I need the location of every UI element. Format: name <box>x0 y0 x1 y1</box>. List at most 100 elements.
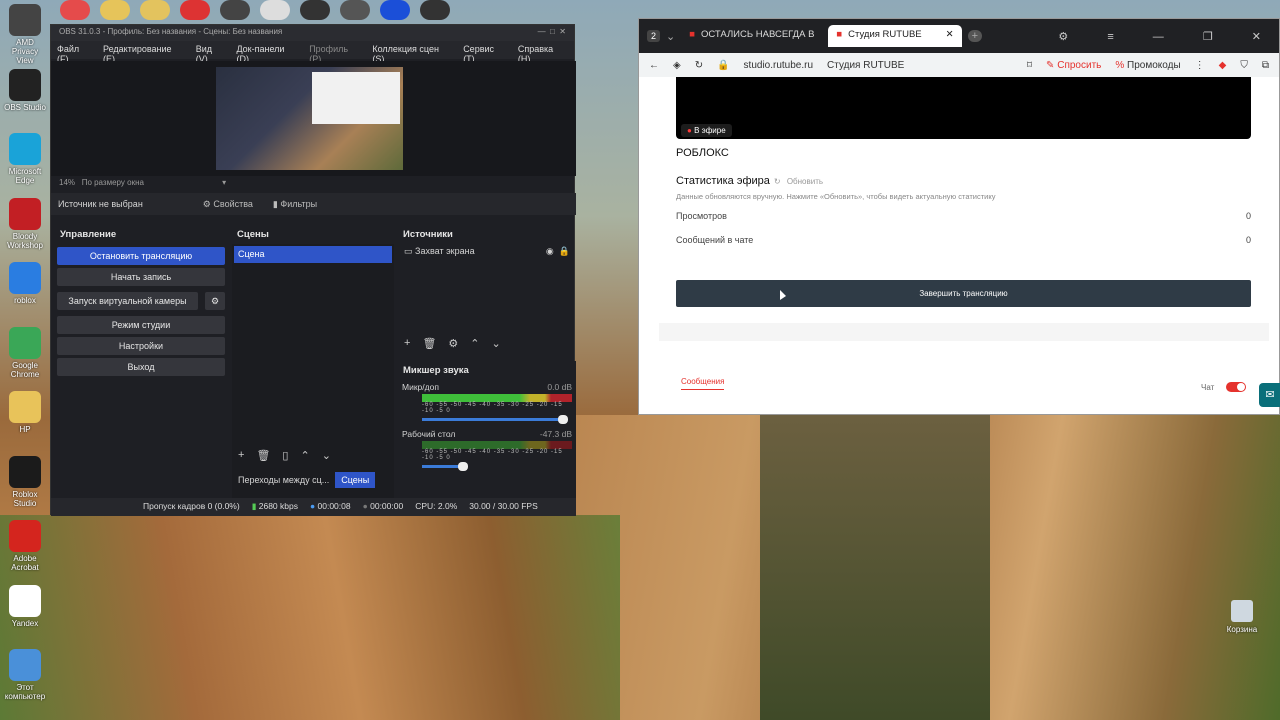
properties-button[interactable]: ⚙ Свойства <box>203 199 253 210</box>
mixer-channel-mic: Микр/доп 0.0 dB -60 -55 -50 -45 -40 -35 -… <box>398 380 576 424</box>
window-controls[interactable]: ⚙ ≡ — ❐ ✕ <box>1058 30 1279 43</box>
arrow-down-icon[interactable]: ⌄ <box>492 337 501 350</box>
chat-bubble-icon[interactable]: ✉ <box>1259 383 1280 407</box>
menu-item[interactable]: Вид (V) <box>196 44 227 64</box>
source-item[interactable]: ▭ Захват экрана ◉ 🔒 <box>398 244 576 259</box>
obs-title: OBS 31.0.3 - Профиль: Без названия - Сце… <box>59 27 283 36</box>
channel-db: 0.0 dB <box>547 382 572 392</box>
trash-icon[interactable]: 🗑 <box>422 337 436 350</box>
volume-slider[interactable] <box>422 462 468 471</box>
bookmark-icon[interactable]: ⌑ <box>1027 60 1032 71</box>
desktop-icon[interactable]: roblox <box>3 262 47 305</box>
trash-icon[interactable]: 🗑 <box>256 449 270 462</box>
desktop-icon[interactable]: Microsoft Edge <box>3 133 47 185</box>
arrow-up-icon[interactable]: ⌃ <box>300 449 309 462</box>
channel-db: -47.3 dB <box>539 429 572 439</box>
tab-video[interactable]: ■ ОСТАЛИСЬ НАВСЕГДА В <box>681 25 822 47</box>
messages-value: 0 <box>1245 235 1251 245</box>
end-stream-button[interactable]: Завершить трансляцию <box>676 280 1251 307</box>
desktop-icon[interactable]: Этот компьютер <box>3 649 47 701</box>
settings-button[interactable]: Настройки <box>57 337 225 355</box>
channel-name: Рабочий стол <box>402 429 456 439</box>
zoom-mode: По размеру окна <box>81 178 144 187</box>
chat-toggle[interactable] <box>1226 382 1247 392</box>
menu-item[interactable]: Док-панели (D) <box>236 44 299 64</box>
obs-preview[interactable] <box>51 61 576 176</box>
extensions-icon[interactable]: ⧉ <box>1262 60 1269 71</box>
app-icon <box>9 262 41 294</box>
virtual-camera-settings-icon[interactable]: ⚙ <box>205 292 225 310</box>
url-text[interactable]: studio.rutube.ru <box>744 60 814 71</box>
arrow-down-icon[interactable]: ⌄ <box>322 449 331 462</box>
obs-menubar: Файл (F) Редактирование (E) Вид (V) Док-пан… <box>51 41 574 64</box>
promo-button[interactable]: % Промокоды <box>1115 60 1180 71</box>
back-icon[interactable]: ← <box>649 60 659 71</box>
tab-studio[interactable]: ■ Студия RUTUBE ✕ <box>828 25 962 47</box>
dropped-frames: Пропуск кадров 0 (0.0%) <box>143 501 240 511</box>
filter-icon[interactable]: ▯ <box>282 449 288 462</box>
app-icon <box>9 520 41 552</box>
volume-meter <box>422 441 572 449</box>
shield-icon[interactable]: ◈ <box>673 60 681 71</box>
menu-item[interactable]: Сервис (T) <box>463 44 508 64</box>
desktop-icon-label: Bloody Workshop <box>7 231 43 250</box>
bitrate: ▮ 2680 kbps <box>251 501 298 511</box>
scenes-tab[interactable]: Сцены <box>335 472 376 488</box>
filter-icon: ▮ <box>272 198 278 209</box>
close-icon[interactable]: ✕ <box>946 29 954 43</box>
reload-icon[interactable]: ↻ <box>695 60 703 71</box>
studio-mode-button[interactable]: Режим студии <box>57 316 225 334</box>
wallpaper-valley <box>0 515 620 720</box>
scenes-title: Сцены <box>232 225 394 244</box>
add-icon[interactable]: + <box>238 449 244 462</box>
recycle-bin[interactable]: Корзина <box>1222 600 1262 634</box>
source-toolbar: Источник не выбран ⚙ Свойства ▮ Фильтры <box>51 193 576 215</box>
menu-item[interactable]: Файл (F) <box>57 44 93 64</box>
ask-button[interactable]: ✎ Спросить <box>1046 60 1101 71</box>
desktop-icon[interactable]: Yandex <box>3 584 47 628</box>
properties-label: Свойства <box>213 198 253 209</box>
desktop-icon[interactable]: OBS Studio <box>3 68 47 112</box>
gear-icon[interactable]: ⚙ <box>448 337 458 350</box>
volume-slider[interactable] <box>422 415 568 424</box>
start-recording-button[interactable]: Начать запись <box>57 268 225 286</box>
scene-item[interactable]: Сцена <box>234 246 392 263</box>
refresh-button[interactable]: ↻ Обновить <box>774 177 823 186</box>
address-bar: ← ◈ ↻ 🔒 studio.rutube.ru Студия RUTUBE ⌑… <box>639 53 1279 77</box>
messages-tab[interactable]: Сообщения <box>681 377 725 390</box>
shield-icon[interactable]: ⛉ <box>1240 60 1248 71</box>
chevron-down-icon[interactable]: ⌄ <box>666 30 675 43</box>
lock-icon[interactable]: 🔒 <box>559 246 570 256</box>
tab-group-count[interactable]: 2 <box>647 30 661 42</box>
desktop-icon[interactable]: Google Chrome <box>3 326 47 379</box>
stream-preview[interactable] <box>676 77 1251 139</box>
extension-icon[interactable]: ◆ <box>1219 60 1227 71</box>
zoom-indicator[interactable]: 14% По размеру окна ▾ <box>59 178 226 187</box>
browser-window: 2 ⌄ ■ ОСТАЛИСЬ НАВСЕГДА В ■ Студия RUTUBE ✕… <box>638 18 1280 415</box>
stop-stream-button[interactable]: Остановить трансляцию <box>57 247 225 265</box>
desktop-icon[interactable]: Bloody Workshop <box>3 197 47 250</box>
menu-item[interactable]: Коллекция сцен (S) <box>372 44 453 64</box>
new-tab-icon[interactable]: + <box>967 30 983 42</box>
desktop-icon[interactable]: HP <box>3 391 47 434</box>
chat-toggle-row: Чат <box>1201 382 1247 392</box>
more-icon[interactable]: ⋮ <box>1195 60 1205 71</box>
views-label: Просмотров <box>676 211 727 221</box>
meter-ticks: -60 -55 -50 -45 -40 -35 -30 -25 -20 -15 … <box>422 449 563 461</box>
transitions-tab[interactable]: Переходы между сц... <box>232 472 335 488</box>
add-icon[interactable]: + <box>404 337 410 350</box>
app-icon <box>9 197 41 230</box>
desktop-icon[interactable]: Roblox Studio <box>3 455 47 508</box>
arrow-up-icon[interactable]: ⌃ <box>470 337 479 350</box>
desktop-icon[interactable]: Adobe Acrobat <box>3 520 47 572</box>
filters-button[interactable]: ▮ Фильтры <box>273 199 317 210</box>
menu-item[interactable]: Профиль (P) <box>309 44 362 64</box>
window-controls[interactable]: — □ ✕ <box>538 27 566 39</box>
audio-mixer-dock: Микшер звука Микр/доп 0.0 dB -60 -55 -50 … <box>398 361 576 515</box>
menu-item[interactable]: Редактирование (E) <box>103 44 186 64</box>
desktop-icon[interactable]: AMD Privacy View <box>3 4 47 65</box>
menu-item[interactable]: Справка (H) <box>518 44 568 64</box>
virtual-camera-button[interactable]: Запуск виртуальной камеры <box>57 292 198 310</box>
eye-icon[interactable]: ◉ <box>546 246 554 256</box>
exit-button[interactable]: Выход <box>57 358 225 376</box>
